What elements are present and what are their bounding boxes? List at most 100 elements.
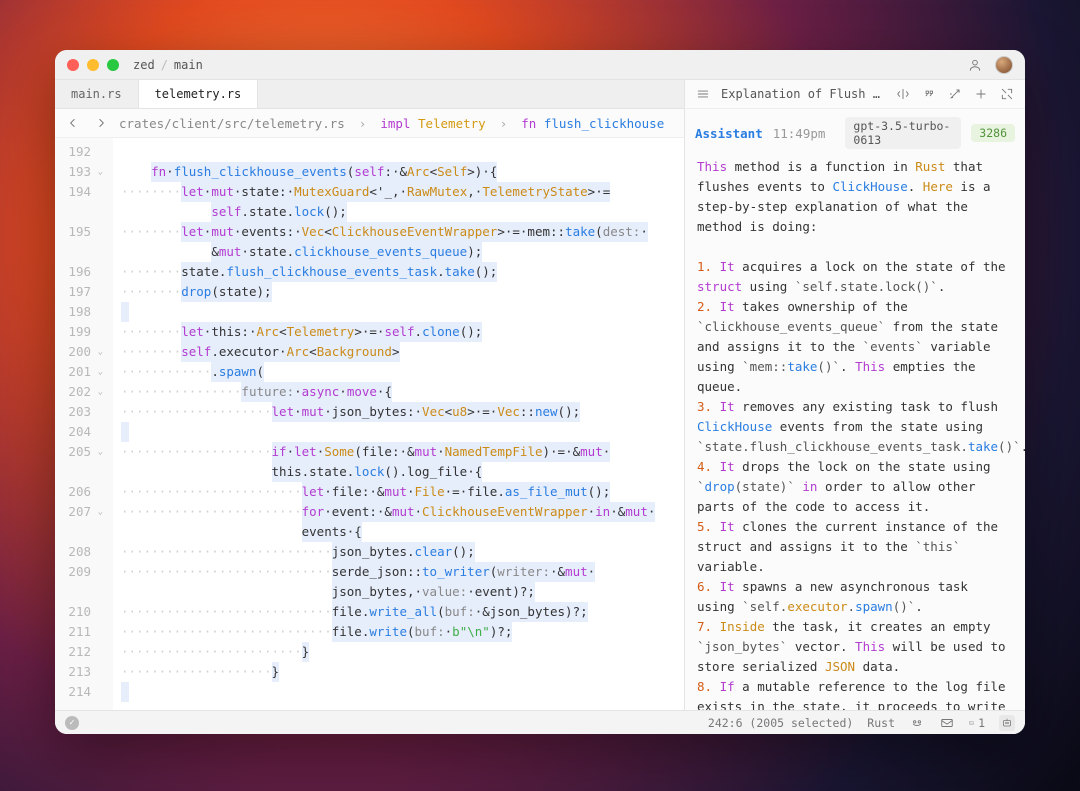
nav-forward-button[interactable] — [93, 115, 109, 131]
code-line[interactable]: &mut·state.clickhouse_events_queue); — [121, 242, 684, 262]
line-number[interactable]: 205⌄ — [55, 442, 109, 462]
tab-bar: main.rs telemetry.rs — [55, 80, 684, 109]
project-name[interactable]: zed — [133, 58, 155, 72]
code-line[interactable]: ····························file.write(b… — [121, 622, 684, 642]
line-number[interactable]: 207⌄ — [55, 502, 109, 522]
line-number[interactable]: 210 — [55, 602, 109, 622]
assistant-toggle-icon[interactable] — [999, 715, 1015, 731]
line-number[interactable]: 192 — [55, 142, 109, 162]
line-number[interactable]: 208 — [55, 542, 109, 562]
editor-pane: main.rs telemetry.rs crates/client/src/t… — [55, 80, 685, 710]
code-line[interactable]: ············.spawn( — [121, 362, 684, 382]
magic-icon[interactable] — [947, 86, 963, 102]
line-number[interactable]: 204 — [55, 422, 109, 442]
assistant-header: Explanation of Flush Clic — [685, 80, 1025, 109]
timestamp: 11:49pm — [773, 126, 826, 141]
terminal-count: 1 — [978, 716, 985, 730]
terminal-icon[interactable]: 1 — [969, 715, 985, 731]
assistant-meta: Assistant 11:49pm gpt-3.5-turbo-0613 328… — [685, 109, 1025, 153]
breadcrumb-impl[interactable]: impl Telemetry — [380, 116, 485, 131]
cursor-position[interactable]: 242:6 (2005 selected) — [708, 716, 853, 730]
line-number[interactable]: 209 — [55, 562, 109, 582]
assistant-body[interactable]: This method is a function in Rust that f… — [685, 153, 1025, 710]
breadcrumb-path[interactable]: crates/client/src/telemetry.rs — [119, 116, 345, 131]
line-number[interactable]: 193⌄ — [55, 162, 109, 182]
tab-label: telemetry.rs — [155, 87, 242, 101]
code-line[interactable]: json_bytes,·value:·event)?; — [121, 582, 684, 602]
code-line[interactable]: events·{ — [121, 522, 684, 542]
line-number[interactable]: 195 — [55, 222, 109, 242]
breadcrumb-fn[interactable]: fn flush_clickhouse — [521, 116, 664, 131]
code-line[interactable]: ········let·mut·events:·Vec<ClickhouseEv… — [121, 222, 684, 242]
titlebar[interactable]: zed / main — [55, 50, 1025, 80]
quote-icon[interactable] — [921, 86, 937, 102]
split-icon[interactable] — [895, 86, 911, 102]
code-line[interactable]: ····················} — [121, 662, 684, 682]
code-line[interactable]: ················future:·async·move·{ — [121, 382, 684, 402]
close-window-button[interactable] — [67, 59, 79, 71]
code-content[interactable]: fn·flush_clickhouse_events(self:·&Arc<Se… — [113, 138, 684, 710]
line-number[interactable]: 197 — [55, 282, 109, 302]
line-number[interactable]: 206 — [55, 482, 109, 502]
line-number[interactable]: 214 — [55, 682, 109, 702]
code-line[interactable]: ····························file.write_a… — [121, 602, 684, 622]
code-line[interactable]: ········drop(state); — [121, 282, 684, 302]
code-editor[interactable]: 192193⌄194 195 196197198199200⌄201⌄202⌄2… — [55, 138, 684, 710]
line-number[interactable]: 199 — [55, 322, 109, 342]
code-line[interactable] — [121, 682, 684, 702]
branch-name[interactable]: main — [174, 58, 203, 72]
code-line[interactable]: ····················if·let·Some(file:·&m… — [121, 442, 684, 462]
code-line[interactable]: this.state.lock().log_file·{ — [121, 462, 684, 482]
minimize-window-button[interactable] — [87, 59, 99, 71]
line-number[interactable]: 194 — [55, 182, 109, 202]
language-mode[interactable]: Rust — [867, 716, 895, 730]
code-line[interactable] — [121, 142, 684, 162]
mail-icon[interactable] — [939, 715, 955, 731]
code-line[interactable]: ························for·event:·&mut·… — [121, 502, 684, 522]
code-line[interactable]: fn·flush_clickhouse_events(self:·&Arc<Se… — [121, 162, 684, 182]
line-number[interactable]: 198 — [55, 302, 109, 322]
code-line[interactable]: ····························json_bytes.c… — [121, 542, 684, 562]
line-number[interactable]: 201⌄ — [55, 362, 109, 382]
role-label: Assistant — [695, 126, 763, 141]
titlebar-separator: / — [161, 58, 168, 72]
line-number[interactable]: 211 — [55, 622, 109, 642]
assistant-toolbar — [895, 86, 1015, 102]
assistant-pane: Explanation of Flush Clic Assistant 11:4… — [685, 80, 1025, 710]
line-number[interactable]: 202⌄ — [55, 382, 109, 402]
line-number[interactable]: 203 — [55, 402, 109, 422]
code-line[interactable]: ····················let·mut·json_bytes:·… — [121, 402, 684, 422]
line-gutter: 192193⌄194 195 196197198199200⌄201⌄202⌄2… — [55, 138, 113, 710]
check-icon[interactable]: ✓ — [65, 716, 79, 730]
model-pill[interactable]: gpt-3.5-turbo-0613 — [845, 117, 961, 149]
menu-icon[interactable] — [695, 86, 711, 102]
traffic-lights — [67, 59, 119, 71]
line-number[interactable]: 213 — [55, 662, 109, 682]
expand-icon[interactable] — [999, 86, 1015, 102]
code-line[interactable] — [121, 302, 684, 322]
code-line[interactable]: ········state.flush_clickhouse_events_ta… — [121, 262, 684, 282]
main-split: main.rs telemetry.rs crates/client/src/t… — [55, 80, 1025, 710]
code-line[interactable]: self.state.lock(); — [121, 202, 684, 222]
code-line[interactable]: ········let·this:·Arc<Telemetry>·=·self.… — [121, 322, 684, 342]
code-line[interactable]: ····························serde_json::… — [121, 562, 684, 582]
line-number[interactable]: 200⌄ — [55, 342, 109, 362]
user-icon[interactable] — [967, 57, 983, 73]
tab-main-rs[interactable]: main.rs — [55, 80, 139, 108]
code-line[interactable]: ························let·file:·&mut·F… — [121, 482, 684, 502]
avatar[interactable] — [995, 56, 1013, 74]
token-count: 3286 — [971, 124, 1015, 142]
code-line[interactable]: ········self.executor·Arc<Background> — [121, 342, 684, 362]
code-line[interactable]: ········let·mut·state:·MutexGuard<'_,·Ra… — [121, 182, 684, 202]
nav-back-button[interactable] — [65, 115, 81, 131]
breadcrumb: crates/client/src/telemetry.rs › impl Te… — [55, 109, 684, 138]
plus-icon[interactable] — [973, 86, 989, 102]
copilot-icon[interactable] — [909, 715, 925, 731]
tab-telemetry-rs[interactable]: telemetry.rs — [139, 80, 259, 108]
code-line[interactable] — [121, 422, 684, 442]
line-number[interactable]: 212 — [55, 642, 109, 662]
tab-label: main.rs — [71, 87, 122, 101]
line-number[interactable]: 196 — [55, 262, 109, 282]
zoom-window-button[interactable] — [107, 59, 119, 71]
code-line[interactable]: ························} — [121, 642, 684, 662]
